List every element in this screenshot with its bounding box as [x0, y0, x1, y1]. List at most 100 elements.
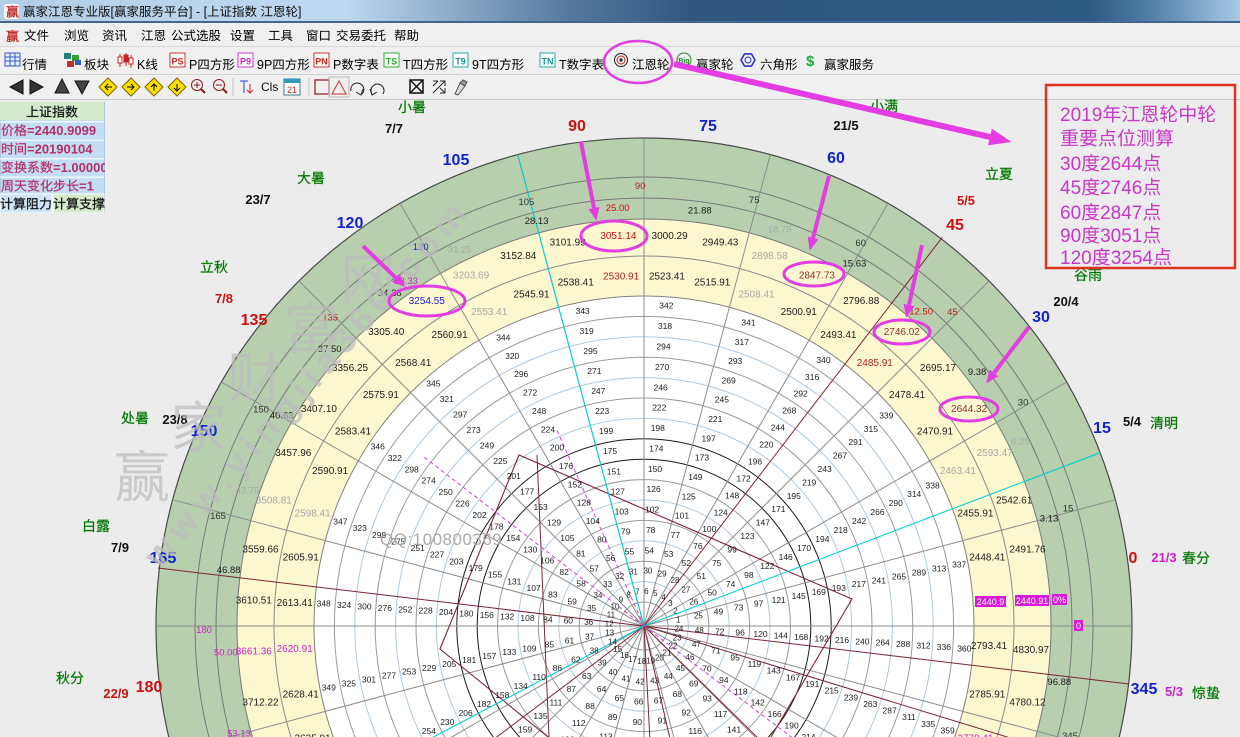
- svg-text:311: 311: [902, 712, 916, 722]
- svg-text:2463.41: 2463.41: [940, 466, 977, 477]
- svg-text:26: 26: [689, 598, 698, 607]
- svg-text:288: 288: [896, 639, 910, 649]
- svg-text:293: 293: [728, 356, 742, 366]
- svg-text:151: 151: [607, 466, 621, 476]
- svg-text:2538.41: 2538.41: [558, 278, 595, 289]
- svg-text:200: 200: [550, 443, 564, 453]
- svg-text:180: 180: [459, 609, 473, 619]
- svg-text:252: 252: [398, 604, 412, 614]
- svg-text:50.00: 50.00: [214, 647, 238, 658]
- svg-text:85: 85: [545, 639, 555, 649]
- svg-text:100: 100: [702, 524, 716, 534]
- svg-text:30: 30: [1018, 398, 1029, 409]
- svg-text:2493.41: 2493.41: [820, 330, 857, 341]
- svg-text:142: 142: [751, 698, 765, 708]
- svg-text:21/3: 21/3: [1151, 550, 1176, 565]
- svg-text:225: 225: [493, 456, 507, 466]
- svg-text:133: 133: [502, 647, 516, 657]
- svg-text:154: 154: [506, 533, 520, 543]
- svg-text:45: 45: [947, 307, 958, 318]
- svg-text:2620.91: 2620.91: [277, 644, 314, 655]
- svg-text:271: 271: [587, 366, 601, 376]
- svg-text:12: 12: [605, 620, 614, 629]
- svg-text:265: 265: [892, 571, 906, 581]
- svg-text:78: 78: [646, 525, 656, 535]
- svg-text:135: 135: [241, 312, 268, 329]
- svg-text:295: 295: [583, 346, 597, 356]
- svg-text:2613.41: 2613.41: [277, 598, 314, 609]
- svg-text:90: 90: [635, 181, 646, 192]
- svg-text:59: 59: [567, 596, 577, 606]
- svg-text:9: 9: [619, 596, 624, 605]
- svg-text:6.25: 6.25: [1011, 437, 1030, 448]
- svg-text:34: 34: [594, 591, 603, 600]
- svg-text:217: 217: [852, 579, 866, 589]
- svg-text:248: 248: [532, 406, 546, 416]
- svg-text:157: 157: [482, 651, 496, 661]
- svg-text:15.63: 15.63: [843, 259, 867, 270]
- svg-text:242: 242: [852, 516, 866, 526]
- svg-text:298: 298: [405, 464, 419, 474]
- svg-text:32: 32: [615, 572, 624, 581]
- svg-text:317: 317: [735, 337, 749, 347]
- svg-text:35: 35: [587, 604, 596, 613]
- svg-text:88: 88: [585, 701, 595, 711]
- svg-text:91: 91: [658, 716, 668, 726]
- svg-text:QQ:100800369: QQ:100800369: [380, 530, 502, 549]
- svg-text:253: 253: [402, 667, 416, 677]
- svg-text:62: 62: [571, 654, 581, 664]
- svg-text:105: 105: [560, 533, 574, 543]
- svg-text:337: 337: [952, 560, 966, 570]
- svg-text:269: 269: [722, 375, 736, 385]
- svg-text:40: 40: [609, 668, 618, 677]
- svg-text:23/7: 23/7: [245, 192, 270, 207]
- svg-text:277: 277: [382, 671, 396, 681]
- svg-text:130: 130: [523, 544, 537, 554]
- svg-text:41: 41: [621, 674, 630, 683]
- svg-text:2440.91: 2440.91: [1016, 596, 1049, 606]
- svg-text:39: 39: [598, 658, 607, 667]
- svg-text:179: 179: [469, 563, 483, 573]
- svg-text:348: 348: [317, 599, 331, 609]
- svg-text:7/7: 7/7: [385, 121, 403, 136]
- svg-text:70: 70: [702, 663, 712, 673]
- svg-text:273: 273: [467, 425, 481, 435]
- svg-text:2778.41: 2778.41: [957, 734, 994, 737]
- svg-text:49: 49: [714, 607, 724, 617]
- svg-text:51: 51: [697, 571, 707, 581]
- svg-text:55: 55: [625, 547, 635, 557]
- svg-text:2605.91: 2605.91: [283, 553, 320, 564]
- svg-text:66: 66: [634, 697, 644, 707]
- svg-text:313: 313: [932, 564, 946, 574]
- svg-text:153: 153: [534, 502, 548, 512]
- svg-text:2485.91: 2485.91: [857, 358, 894, 369]
- svg-text:143: 143: [767, 666, 781, 676]
- svg-text:218: 218: [834, 525, 848, 535]
- svg-text:2560.91: 2560.91: [432, 330, 469, 341]
- svg-text:297: 297: [453, 410, 467, 420]
- svg-text:241: 241: [872, 575, 886, 585]
- svg-text:191: 191: [805, 679, 819, 689]
- svg-text:122: 122: [760, 561, 774, 571]
- svg-text:95: 95: [730, 652, 740, 662]
- svg-text:276: 276: [378, 603, 392, 613]
- svg-text:77: 77: [671, 530, 681, 540]
- svg-text:156: 156: [480, 610, 494, 620]
- svg-text:2542.61: 2542.61: [996, 495, 1033, 506]
- svg-text:69: 69: [689, 678, 699, 688]
- svg-text:2: 2: [673, 607, 678, 616]
- svg-text:177: 177: [520, 487, 534, 497]
- svg-text:335: 335: [921, 719, 935, 729]
- svg-text:3254: 3254: [1111, 248, 1154, 269]
- svg-text:102: 102: [645, 505, 659, 515]
- svg-text:359: 359: [941, 726, 955, 736]
- svg-text:2590.91: 2590.91: [312, 466, 349, 477]
- svg-text:97: 97: [754, 599, 764, 609]
- svg-text:345: 345: [1131, 681, 1158, 698]
- svg-text:44: 44: [664, 672, 673, 681]
- svg-text:205: 205: [442, 659, 456, 669]
- svg-text:21.88: 21.88: [688, 206, 712, 217]
- svg-text:3203.69: 3203.69: [453, 270, 490, 281]
- svg-text:TN: TN: [542, 57, 554, 67]
- svg-text:181: 181: [462, 655, 476, 665]
